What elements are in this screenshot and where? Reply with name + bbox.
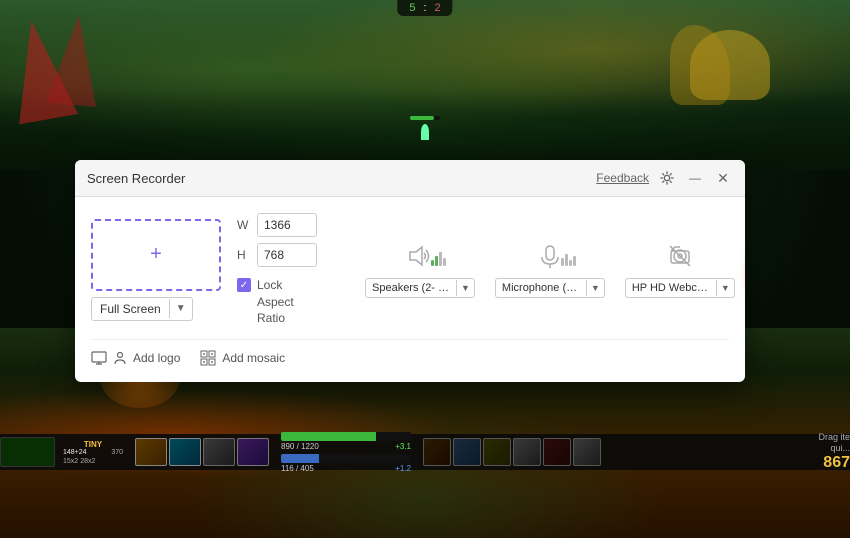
speaker-icon bbox=[406, 242, 434, 270]
height-row: H bbox=[237, 243, 317, 267]
lock-aspect-checkbox[interactable]: ✓ bbox=[237, 278, 251, 292]
screen-recorder-dialog: Screen Recorder Feedback — ✕ bbox=[75, 160, 745, 382]
width-input[interactable] bbox=[257, 213, 317, 237]
minimap bbox=[0, 437, 55, 467]
score-sep: : bbox=[423, 2, 426, 14]
score-dire: 2 bbox=[435, 2, 441, 14]
title-actions: Feedback — ✕ bbox=[596, 168, 733, 188]
bar-4 bbox=[443, 258, 446, 266]
hp-gain: +3.1 bbox=[395, 442, 411, 451]
gold-section: Drag itequi... 867 bbox=[818, 432, 850, 472]
hp-mp-section: 890 / 1220 +3.1 116 / 405 +1.2 bbox=[281, 432, 411, 473]
feedback-link[interactable]: Feedback bbox=[596, 171, 649, 185]
hero-level: 148+24 bbox=[63, 449, 87, 456]
hp-text: 890 / 1220 bbox=[281, 442, 319, 451]
microphone-device: Microphone (2... ▼ bbox=[495, 242, 605, 298]
bar-3 bbox=[439, 252, 442, 266]
preset-dropdown[interactable]: Full Screen ▼ bbox=[91, 297, 193, 321]
camera-icon-area bbox=[666, 242, 694, 270]
width-row: W bbox=[237, 213, 317, 237]
speaker-device: Speakers (2- H... ▼ bbox=[365, 242, 475, 298]
screen-select-box[interactable]: + bbox=[91, 219, 221, 291]
score-bar: 5 : 2 bbox=[397, 0, 452, 16]
logo-person-icon bbox=[113, 351, 127, 365]
speaker-label: Speakers (2- H... bbox=[366, 279, 456, 297]
microphone-icon bbox=[536, 242, 564, 270]
camera-arrow-icon: ▼ bbox=[716, 280, 734, 296]
mic-bar-3 bbox=[569, 260, 572, 266]
microphone-dropdown[interactable]: Microphone (2... ▼ bbox=[495, 278, 605, 298]
dialog-title: Screen Recorder bbox=[87, 171, 185, 186]
hero-section: TINY 148+24 370 15x228x2 bbox=[63, 440, 123, 465]
lock-aspect-text-line2: Ratio bbox=[257, 311, 285, 325]
hero-name: TINY bbox=[84, 440, 102, 449]
gold-amount: 867 bbox=[823, 454, 850, 472]
bottom-add-row: Add logo Add mosaic bbox=[91, 339, 729, 366]
lock-aspect-text-line1: Lock Aspect bbox=[257, 278, 294, 309]
add-logo-label: Add logo bbox=[133, 351, 180, 365]
mic-icon-area bbox=[536, 242, 564, 270]
screen-select-area: + Full Screen ▼ bbox=[91, 219, 221, 321]
add-mosaic-button[interactable]: Add mosaic bbox=[200, 350, 285, 366]
title-bar: Screen Recorder Feedback — ✕ bbox=[75, 160, 745, 197]
mic-bars bbox=[561, 246, 576, 266]
drag-tip: Drag itequi... bbox=[818, 432, 850, 454]
mic-arrow-icon: ▼ bbox=[586, 280, 604, 296]
add-logo-button[interactable]: Add logo bbox=[91, 350, 180, 366]
camera-device: HP HD Webca... ▼ bbox=[625, 242, 735, 298]
height-input[interactable] bbox=[257, 243, 317, 267]
add-region-icon: + bbox=[150, 243, 162, 266]
checkmark-icon: ✓ bbox=[240, 280, 248, 291]
preset-label: Full Screen bbox=[92, 298, 169, 320]
mp-text: 116 / 405 bbox=[281, 464, 314, 473]
mic-bar-2 bbox=[565, 254, 568, 266]
add-logo-icon bbox=[91, 350, 107, 366]
add-mosaic-icon bbox=[200, 350, 216, 366]
speaker-dropdown[interactable]: Speakers (2- H... ▼ bbox=[365, 278, 475, 298]
controls-row: + Full Screen ▼ W H bbox=[91, 213, 729, 327]
width-label: W bbox=[237, 218, 251, 232]
mp-gain: +1.2 bbox=[395, 464, 411, 473]
camera-label: HP HD Webca... bbox=[626, 279, 716, 297]
item-slots bbox=[423, 438, 601, 466]
preset-row: Full Screen ▼ bbox=[91, 297, 193, 321]
camera-dropdown[interactable]: HP HD Webca... ▼ bbox=[625, 278, 735, 298]
add-mosaic-label: Add mosaic bbox=[222, 351, 285, 365]
audio-controls: Speakers (2- H... ▼ bbox=[365, 242, 735, 298]
dialog-content: + Full Screen ▼ W H bbox=[75, 197, 745, 382]
game-area-top: 5 : 2 bbox=[0, 0, 850, 170]
mic-bar-4 bbox=[573, 256, 576, 266]
minimize-button[interactable]: — bbox=[685, 168, 705, 188]
close-button[interactable]: ✕ bbox=[713, 168, 733, 188]
mic-bar-1 bbox=[561, 258, 564, 266]
minimize-icon: — bbox=[689, 171, 701, 185]
speaker-icon-area bbox=[406, 242, 434, 270]
skill-icons bbox=[135, 438, 269, 466]
speaker-bars bbox=[431, 246, 446, 266]
microphone-label: Microphone (2... bbox=[496, 279, 586, 297]
speaker-arrow-icon: ▼ bbox=[456, 280, 474, 296]
lock-aspect-row: ✓ Lock Aspect Ratio bbox=[237, 277, 317, 327]
height-label: H bbox=[237, 248, 251, 262]
hud-bottom: TINY 148+24 370 15x228x2 bbox=[0, 434, 850, 470]
settings-icon bbox=[660, 171, 674, 185]
preset-arrow-icon: ▼ bbox=[169, 299, 192, 318]
settings-button[interactable] bbox=[657, 168, 677, 188]
screen-size-section: W H ✓ Lock Aspect Ratio bbox=[237, 213, 317, 327]
bar-1 bbox=[431, 260, 434, 266]
score-radiant: 5 bbox=[409, 2, 415, 14]
lock-aspect-label: Lock Aspect Ratio bbox=[257, 277, 317, 327]
close-icon: ✕ bbox=[717, 170, 729, 187]
bar-2 bbox=[435, 256, 438, 266]
camera-icon bbox=[666, 242, 694, 270]
